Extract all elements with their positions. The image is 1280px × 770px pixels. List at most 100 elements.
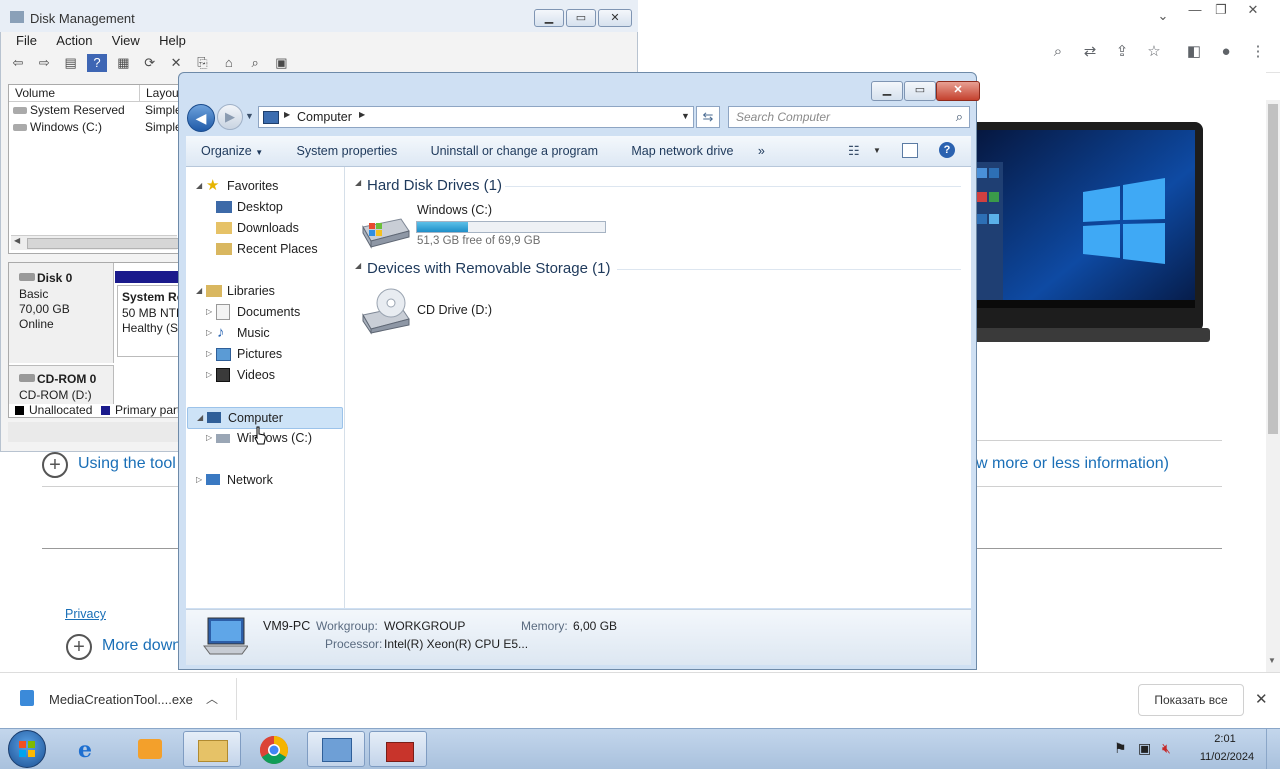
menu-help[interactable]: Help [151, 32, 194, 50]
bookmark-star-icon[interactable]: ☆ [1142, 40, 1166, 64]
close-icon[interactable]: ✕ [1255, 690, 1268, 708]
back-arrow-icon[interactable]: ◀ [187, 104, 215, 132]
nav-pictures[interactable]: ▷ Pictures [186, 344, 342, 364]
disk0-info[interactable]: Disk 0 Basic 70,00 GB Online [9, 263, 114, 363]
collapse-arrow-icon[interactable]: ◢ [196, 281, 202, 301]
taskbar-chrome[interactable] [245, 731, 303, 767]
translate-icon[interactable]: ⇄ [1078, 40, 1102, 64]
settings-icon[interactable]: ▣ [271, 54, 291, 72]
refresh-icon[interactable]: ⇆ [696, 106, 720, 128]
close-button[interactable]: ✕ [598, 9, 632, 27]
back-arrow-icon[interactable]: ⇦ [8, 54, 28, 72]
forward-arrow-icon[interactable]: ▶ [217, 104, 243, 130]
minimize-button[interactable]: ▁ [534, 9, 564, 27]
refresh-icon[interactable]: ⟳ [140, 54, 160, 72]
taskbar-explorer[interactable] [183, 731, 241, 767]
breadcrumb-arrow-icon[interactable]: ▶ [284, 110, 290, 119]
profile-avatar-icon[interactable]: ● [1214, 40, 1238, 64]
nav-music[interactable]: ▷ ♪ Music [186, 323, 342, 343]
clock-date[interactable]: 11/02/2024 [1196, 751, 1258, 763]
group-removable-storage[interactable]: Devices with Removable Storage (1) [367, 260, 610, 277]
breadcrumb-arrow-icon[interactable]: ▶ [359, 110, 365, 119]
help-icon[interactable]: ? [939, 142, 955, 158]
preview-pane-icon[interactable] [902, 143, 918, 158]
taskbar-media-player[interactable] [122, 731, 180, 767]
volume-row[interactable]: System Reserved Simple [9, 102, 182, 119]
drive-c-tile[interactable]: Windows (C:) 51,3 GB free of 69,9 GB [361, 203, 611, 253]
maximize-button[interactable]: ▭ [904, 81, 936, 101]
chevron-up-icon[interactable]: ︿ [206, 690, 218, 707]
menu-file[interactable]: File [8, 32, 45, 50]
uninstall-program-button[interactable]: Uninstall or change a program [416, 136, 613, 166]
close-button[interactable]: ✕ [936, 81, 980, 101]
breadcrumb-computer[interactable]: Computer [297, 110, 352, 124]
recent-pages-chevron-icon[interactable]: ▼ [245, 111, 254, 121]
expand-plus-icon[interactable]: + [66, 634, 92, 660]
expand-plus-icon[interactable]: + [42, 452, 68, 478]
menu-action[interactable]: Action [48, 32, 100, 50]
action-center-flag-icon[interactable]: ⚑ [1114, 740, 1127, 757]
browser-restore-button[interactable]: ❐ [1208, 0, 1234, 20]
tab-search-icon[interactable]: ⌄ [1150, 6, 1176, 26]
open-folder-icon[interactable]: ⌂ [219, 54, 239, 72]
browser-close-button[interactable]: ✕ [1240, 0, 1266, 20]
properties-icon[interactable]: ▦ [113, 54, 133, 72]
more-commands-button[interactable]: » [752, 136, 771, 166]
expand-arrow-icon[interactable]: ▷ [206, 344, 212, 364]
collapse-arrow-icon[interactable]: ◢ [355, 178, 361, 187]
browser-menu-icon[interactable]: ⋮ [1246, 40, 1270, 64]
maximize-button[interactable]: ▭ [566, 9, 596, 27]
download-item[interactable]: MediaCreationTool....exe [49, 692, 193, 707]
clock-time[interactable]: 2:01 [1200, 733, 1250, 745]
collapse-arrow-icon[interactable]: ◢ [355, 261, 361, 270]
search-icon[interactable]: ⌕ [956, 109, 963, 125]
help-icon[interactable]: ? [87, 54, 108, 72]
show-desktop-button[interactable] [1266, 729, 1280, 769]
cdrom-info[interactable]: CD-ROM 0 CD-ROM (D:) [9, 365, 114, 404]
taskbar-internet-explorer[interactable]: e [62, 731, 120, 767]
forward-arrow-icon[interactable]: ⇨ [34, 54, 54, 72]
search-input[interactable]: Search Computer [736, 110, 830, 124]
chevron-down-icon[interactable]: ▼ [873, 146, 881, 155]
drive-d-tile[interactable]: CD Drive (D:) [361, 287, 561, 337]
nav-libraries[interactable]: ◢ Libraries [186, 281, 342, 301]
address-bar[interactable]: ▶ Computer ▶ ▼ [258, 106, 694, 128]
nav-documents[interactable]: ▷ Documents [186, 302, 342, 322]
nav-recent-places[interactable]: Recent Places [186, 239, 342, 259]
minimize-button[interactable]: ▁ [871, 81, 903, 101]
console-tree-icon[interactable]: ▤ [61, 54, 81, 72]
using-tool-link[interactable]: Using the tool [78, 455, 176, 473]
collapse-arrow-icon[interactable]: ◢ [197, 408, 203, 428]
group-hard-disk-drives[interactable]: Hard Disk Drives (1) [367, 177, 502, 194]
partition-system-reserved[interactable]: System Re 50 MB NTF Healthy (Sy [117, 285, 184, 357]
horizontal-scrollbar[interactable]: ◀ [11, 235, 179, 250]
nav-favorites[interactable]: ◢ ★ Favorites [186, 176, 342, 196]
scroll-down-icon[interactable]: ▼ [1268, 656, 1276, 665]
address-dropdown-icon[interactable]: ▼ [681, 111, 690, 121]
expand-arrow-icon[interactable]: ▷ [206, 323, 212, 343]
zoom-search-icon[interactable]: ⌕ [1046, 40, 1070, 64]
menu-view[interactable]: View [104, 32, 148, 50]
column-volume[interactable]: Volume [15, 85, 55, 101]
scrollbar-thumb[interactable] [1268, 104, 1278, 434]
volume-muted-icon[interactable]: 🔇︎ [1162, 740, 1171, 757]
export-icon[interactable]: ⎘ [192, 54, 212, 72]
start-button[interactable] [8, 730, 46, 768]
network-tray-icon[interactable]: ▣ [1138, 740, 1151, 757]
taskbar-toolbox[interactable] [369, 731, 427, 767]
expand-arrow-icon[interactable]: ▷ [206, 302, 212, 322]
nav-network[interactable]: ▷ Network [186, 470, 342, 490]
organize-button[interactable]: Organize ▼ [186, 136, 278, 166]
more-downloads-link[interactable]: More down [102, 637, 181, 655]
share-icon[interactable]: ⇪ [1110, 40, 1134, 64]
search-box[interactable]: Search Computer ⌕ [728, 106, 970, 128]
view-more-link[interactable]: w more or less information) [976, 455, 1169, 473]
nav-videos[interactable]: ▷ Videos [186, 365, 342, 385]
nav-desktop[interactable]: Desktop [186, 197, 342, 217]
browser-minimize-button[interactable]: — [1182, 0, 1208, 20]
collapse-arrow-icon[interactable]: ◢ [196, 176, 202, 196]
volume-row[interactable]: Windows (C:) Simple [9, 119, 182, 136]
search-icon[interactable]: ⌕ [245, 54, 265, 72]
expand-arrow-icon[interactable]: ▷ [196, 470, 202, 490]
nav-downloads[interactable]: Downloads [186, 218, 342, 238]
